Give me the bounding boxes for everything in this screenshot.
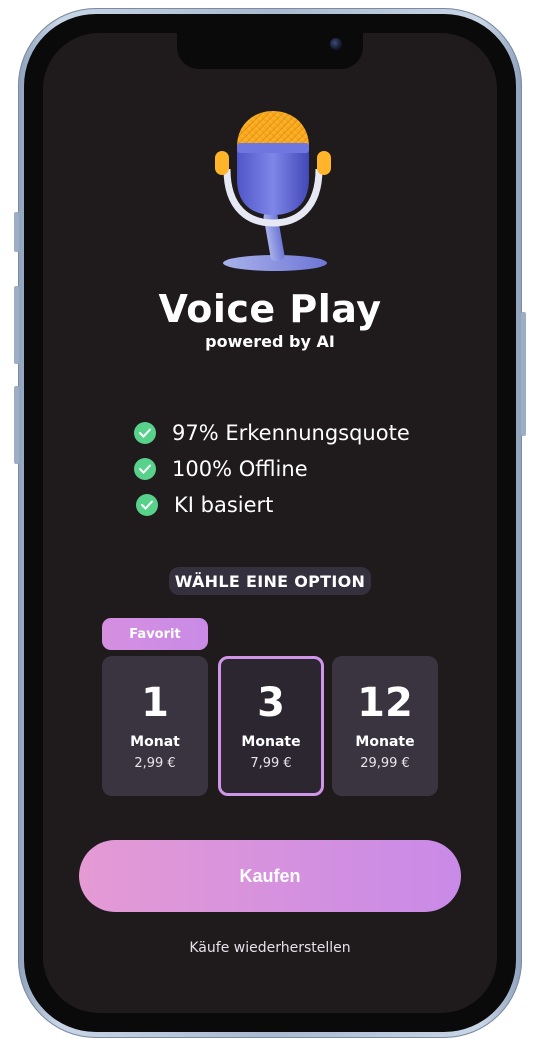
plan-duration-unit: Monat: [130, 734, 180, 750]
check-icon: [134, 458, 156, 480]
plan-price: 29,99 €: [360, 756, 410, 771]
front-camera: [330, 38, 342, 50]
plan-option-1-month[interactable]: 1 Monat 2,99 €: [102, 656, 208, 796]
mute-switch: [14, 212, 19, 252]
feature-label: KI basiert: [174, 493, 274, 517]
buy-button[interactable]: Kaufen: [79, 840, 461, 912]
plan-price: 2,99 €: [134, 756, 176, 771]
favorite-badge: Favorit: [102, 618, 208, 650]
feature-item: KI basiert: [136, 493, 273, 517]
feature-item: 100% Offline: [134, 457, 308, 481]
feature-label: 97% Erkennungsquote: [172, 421, 410, 445]
check-icon: [134, 422, 156, 444]
microphone-icon: [215, 111, 331, 271]
plan-duration-number: 12: [357, 680, 413, 726]
option-heading: WÄHLE EINE OPTION: [169, 567, 371, 595]
plan-duration-unit: Monate: [355, 734, 415, 750]
check-icon: [136, 494, 158, 516]
app-screen: Voice Play powered by AI 97% Erkennungsq…: [43, 33, 497, 1013]
notch: [177, 33, 363, 69]
plan-duration-unit: Monate: [241, 734, 301, 750]
volume-up-button: [14, 286, 19, 364]
plan-duration-number: 3: [257, 680, 285, 726]
app-title: Voice Play: [158, 287, 382, 331]
power-button: [521, 312, 526, 436]
volume-down-button: [14, 386, 19, 464]
restore-purchases-link[interactable]: Käufe wiederherstellen: [43, 940, 497, 956]
feature-item: 97% Erkennungsquote: [134, 421, 410, 445]
plan-duration-number: 1: [141, 680, 169, 726]
plan-price: 7,99 €: [250, 756, 292, 771]
app-subtitle: powered by AI: [205, 332, 335, 351]
plan-option-3-months[interactable]: 3 Monate 7,99 €: [218, 656, 324, 796]
feature-label: 100% Offline: [172, 457, 308, 481]
plan-option-12-months[interactable]: 12 Monate 29,99 €: [332, 656, 438, 796]
